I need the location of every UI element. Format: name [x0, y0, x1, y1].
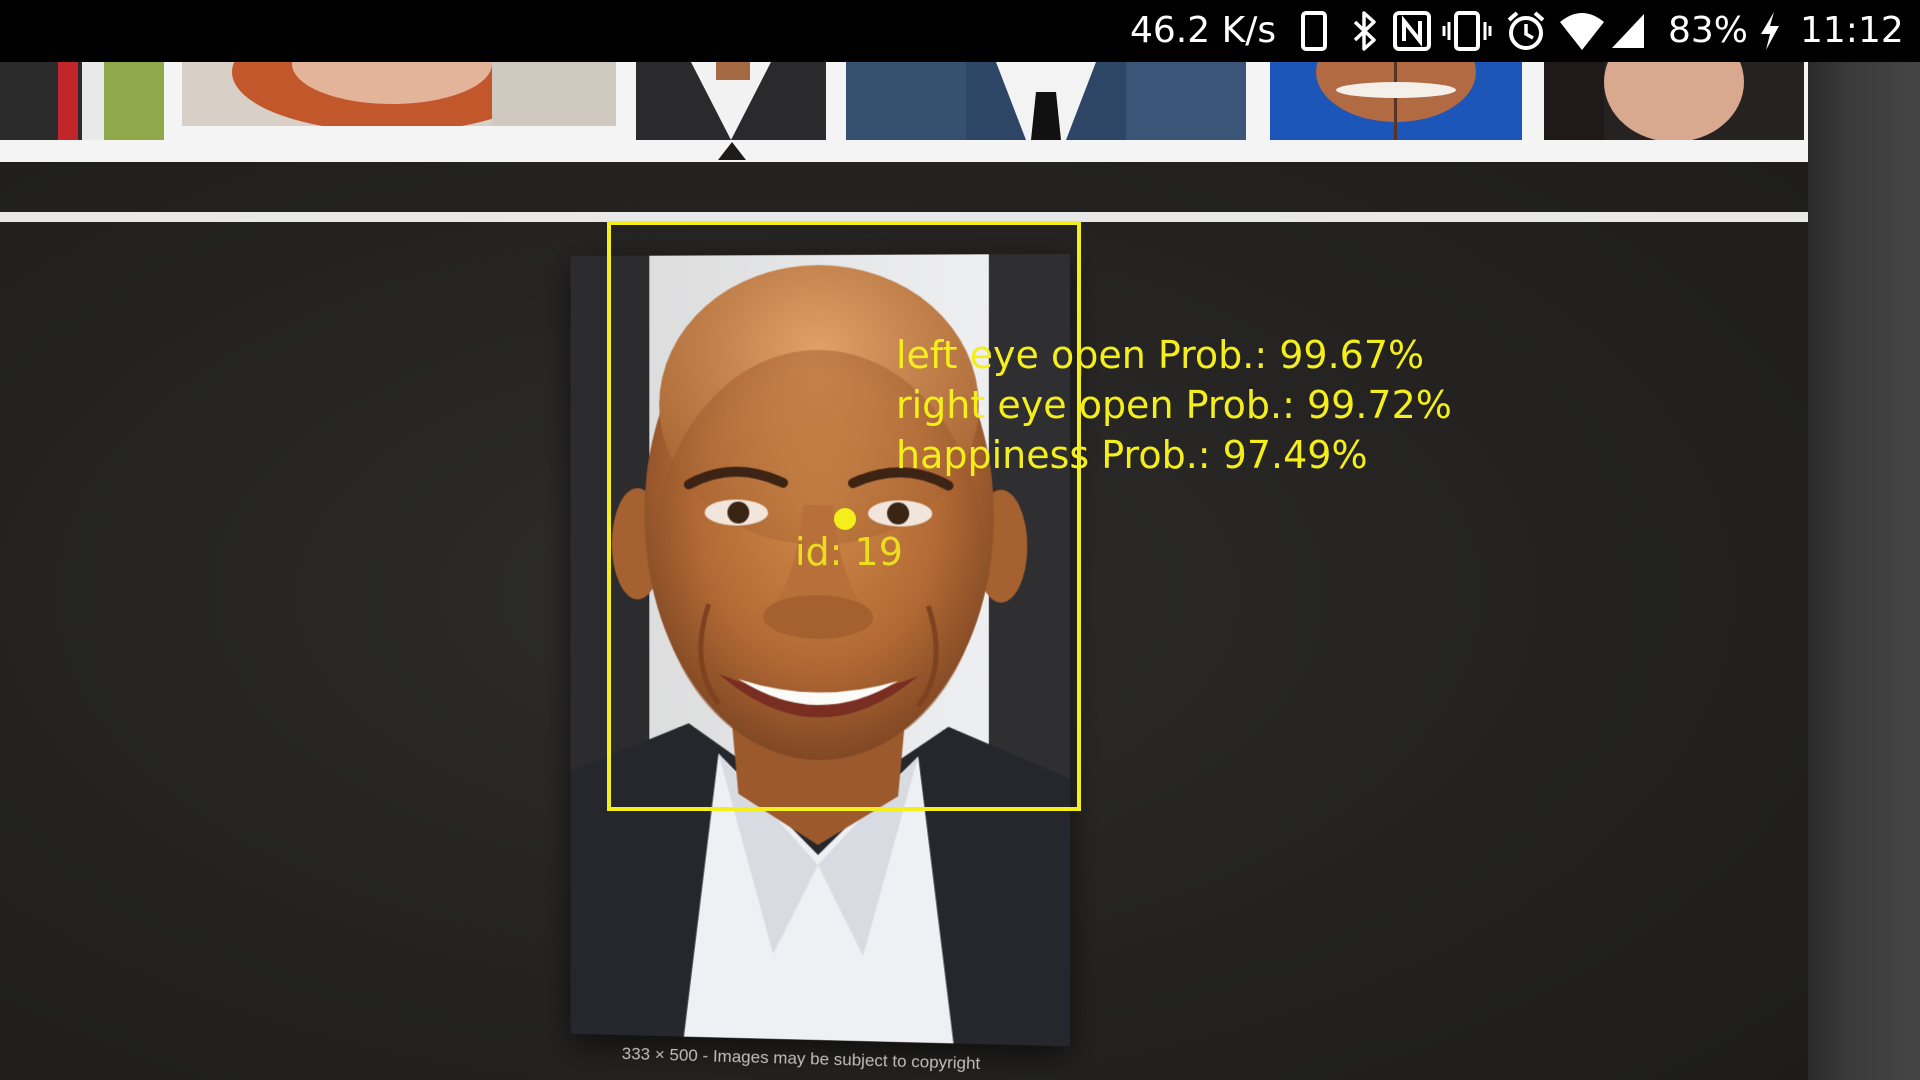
alarm-icon [1505, 10, 1547, 52]
thumbnail-3 [636, 62, 826, 140]
nfc-icon [1392, 10, 1432, 52]
happiness-probability: happiness Prob.: 97.49% [896, 433, 1368, 477]
phone-outline-icon [1300, 10, 1328, 52]
thumbnail-5 [1270, 62, 1522, 140]
vibrate-icon [1442, 10, 1492, 52]
left-eye-open-probability: left eye open Prob.: 99.67% [896, 333, 1425, 377]
thumbnail-strip [0, 62, 1808, 222]
thumbnail-4 [846, 62, 1246, 140]
wifi-icon [1558, 10, 1606, 52]
thumbnail-6 [1544, 62, 1804, 140]
bluetooth-icon [1350, 10, 1380, 52]
thumbnail-2 [182, 62, 616, 126]
cellular-signal-icon [1610, 10, 1646, 52]
camera-preview: 333 × 500 - Images may be subject to cop… [0, 0, 1920, 1080]
network-speed: 46.2 K/s [1130, 10, 1277, 51]
charging-bolt-icon [1758, 10, 1782, 52]
battery-percent: 83% [1668, 10, 1749, 51]
selected-thumbnail-caret [718, 142, 746, 160]
face-center-dot [834, 508, 856, 530]
status-bar: 46.2 K/s 83% 11:12 [0, 0, 1920, 62]
monitor-bezel [1808, 0, 1920, 1080]
clock: 11:12 [1800, 10, 1904, 51]
thumbnail-1 [0, 62, 164, 140]
face-id-label: id: 19 [795, 530, 903, 574]
right-eye-open-probability: right eye open Prob.: 99.72% [896, 383, 1452, 427]
